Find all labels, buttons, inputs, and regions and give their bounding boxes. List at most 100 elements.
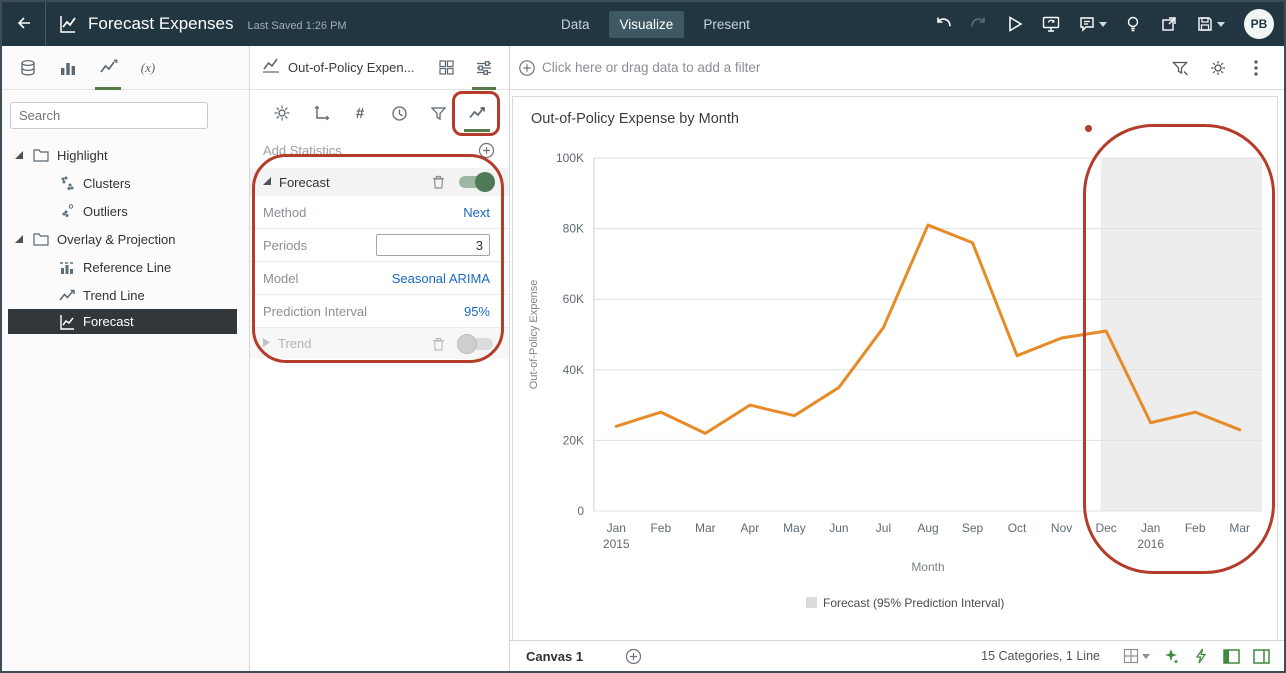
general-settings-icon[interactable] — [266, 90, 298, 136]
date-time-icon[interactable] — [383, 90, 415, 136]
method-value[interactable]: Next — [463, 205, 490, 220]
model-value[interactable]: Seasonal ARIMA — [392, 271, 490, 286]
periods-input[interactable] — [376, 234, 490, 256]
add-statistics-icon[interactable] — [478, 142, 495, 159]
expanded-caret-icon[interactable] — [14, 234, 24, 244]
axis-icon[interactable] — [305, 90, 337, 136]
forecast-toggle[interactable] — [459, 176, 493, 188]
save-caret-icon — [1217, 22, 1225, 27]
tree-item-label: Trend Line — [83, 288, 145, 303]
reference-line-icon — [58, 259, 75, 275]
svg-text:40K: 40K — [563, 363, 584, 377]
layout-icon[interactable] — [1118, 643, 1154, 669]
toggle-right-panel-icon[interactable] — [1248, 643, 1274, 669]
insight-icon[interactable] — [1158, 643, 1184, 669]
periods-label: Periods — [263, 238, 307, 253]
properties-toolbar: # — [250, 90, 509, 136]
menu-dots-icon[interactable] — [1240, 52, 1272, 84]
tree-item-forecast[interactable]: Forecast — [8, 309, 237, 334]
open-in-new-icon[interactable] — [1154, 8, 1184, 40]
avatar[interactable]: PB — [1244, 9, 1274, 39]
svg-text:Aug: Aug — [917, 521, 938, 535]
prediction-interval-label: Prediction Interval — [263, 304, 367, 319]
lightbulb-icon[interactable] — [1118, 8, 1148, 40]
trend-toggle[interactable] — [459, 338, 493, 350]
analytics-properties-icon[interactable] — [461, 90, 493, 136]
comments-icon[interactable] — [1072, 8, 1112, 40]
filters-icon[interactable] — [422, 90, 454, 136]
filter-icon[interactable] — [1164, 52, 1196, 84]
expanded-caret-icon[interactable] — [14, 150, 24, 160]
delete-trend-icon[interactable] — [431, 336, 446, 352]
analytics-tab-icon[interactable] — [90, 46, 126, 90]
filter-settings-icon[interactable] — [1202, 52, 1234, 84]
add-canvas-icon[interactable] — [625, 648, 642, 665]
tree-item-clusters[interactable]: Clusters — [2, 169, 249, 197]
refresh-data-icon[interactable] — [1036, 8, 1066, 40]
preview-icon[interactable] — [1000, 8, 1030, 40]
toggle-knob — [457, 334, 477, 354]
save-icon[interactable] — [1190, 8, 1230, 40]
undo-icon[interactable] — [928, 8, 958, 40]
mode-tabs: Data Visualize Present — [550, 2, 761, 46]
svg-text:2015: 2015 — [603, 537, 630, 551]
delete-forecast-icon[interactable] — [431, 174, 446, 190]
tree-item-label: Clusters — [83, 176, 131, 191]
viz-type-icon — [262, 56, 280, 79]
toggle-left-panel-icon[interactable] — [1218, 643, 1244, 669]
expense-line-chart[interactable]: 020K40K60K80K100KJanFebMarAprMayJunJulAu… — [513, 97, 1277, 641]
tree-item-label: Overlay & Projection — [57, 232, 176, 247]
svg-text:May: May — [783, 521, 806, 535]
values-icon[interactable]: # — [344, 90, 376, 136]
tab-visualize[interactable]: Visualize — [609, 11, 685, 38]
trend-group-header[interactable]: Trend — [250, 328, 509, 359]
tree-item-label: Highlight — [57, 148, 108, 163]
add-statistics-label: Add Statistics — [263, 143, 342, 158]
canvas-area: Click here or drag data to add a filter … — [510, 46, 1284, 671]
svg-text:Mar: Mar — [1229, 521, 1250, 535]
forecast-group-header[interactable]: Forecast — [250, 168, 509, 196]
svg-text:2016: 2016 — [1137, 537, 1164, 551]
tab-data[interactable]: Data — [550, 11, 601, 38]
svg-text:Jun: Jun — [829, 521, 848, 535]
visualizations-tab-icon[interactable] — [50, 46, 86, 90]
canvas-tab[interactable]: Canvas 1 — [526, 649, 583, 664]
canvas-bar-actions — [1118, 643, 1274, 669]
parameters-tab-icon[interactable]: (x) — [130, 46, 166, 90]
tree-item-label: Reference Line — [83, 260, 171, 275]
back-icon — [15, 14, 33, 35]
trend-line-icon — [58, 287, 75, 303]
prediction-interval-value[interactable]: 95% — [464, 304, 490, 319]
add-filter-icon[interactable] — [518, 59, 536, 77]
tree-item-outliers[interactable]: Outliers — [2, 197, 249, 225]
bolt-icon[interactable] — [1188, 643, 1214, 669]
workbook-title: Forecast Expenses — [88, 14, 234, 34]
data-tab-icon[interactable] — [10, 46, 46, 90]
tree-item-overlay-projection[interactable]: Overlay & Projection — [2, 225, 249, 253]
tree-item-trend-line[interactable]: Trend Line — [2, 281, 249, 309]
comments-caret-icon — [1099, 22, 1107, 27]
redo-icon[interactable] — [964, 8, 994, 40]
svg-text:Nov: Nov — [1051, 521, 1072, 535]
svg-text:Dec: Dec — [1095, 521, 1116, 535]
chart-status-text: 15 Categories, 1 Line — [981, 649, 1100, 663]
expanded-caret-icon[interactable] — [262, 173, 272, 191]
properties-sliders-icon[interactable] — [469, 46, 499, 90]
back-button[interactable] — [2, 2, 46, 46]
svg-text:Feb: Feb — [650, 521, 671, 535]
filter-bar: Click here or drag data to add a filter — [510, 46, 1284, 90]
viz-properties-title: Out-of-Policy Expen... — [288, 60, 423, 75]
grid-view-icon[interactable] — [431, 46, 461, 90]
tree-item-highlight[interactable]: Highlight — [2, 141, 249, 169]
collapsed-caret-icon[interactable] — [262, 335, 271, 353]
tree-item-reference-line[interactable]: Reference Line — [2, 253, 249, 281]
add-filter-text[interactable]: Click here or drag data to add a filter — [542, 60, 1158, 75]
search-input[interactable] — [10, 102, 208, 129]
svg-text:Out-of-Policy Expense: Out-of-Policy Expense — [528, 280, 540, 389]
trend-group-title: Trend — [278, 336, 424, 351]
properties-header: Out-of-Policy Expen... — [250, 46, 509, 90]
add-statistics-row: Add Statistics — [250, 136, 509, 164]
tree-item-label: Forecast — [83, 314, 134, 329]
tab-present[interactable]: Present — [692, 11, 761, 38]
visualization-card[interactable]: Out-of-Policy Expense by Month 020K40K60… — [512, 96, 1278, 642]
